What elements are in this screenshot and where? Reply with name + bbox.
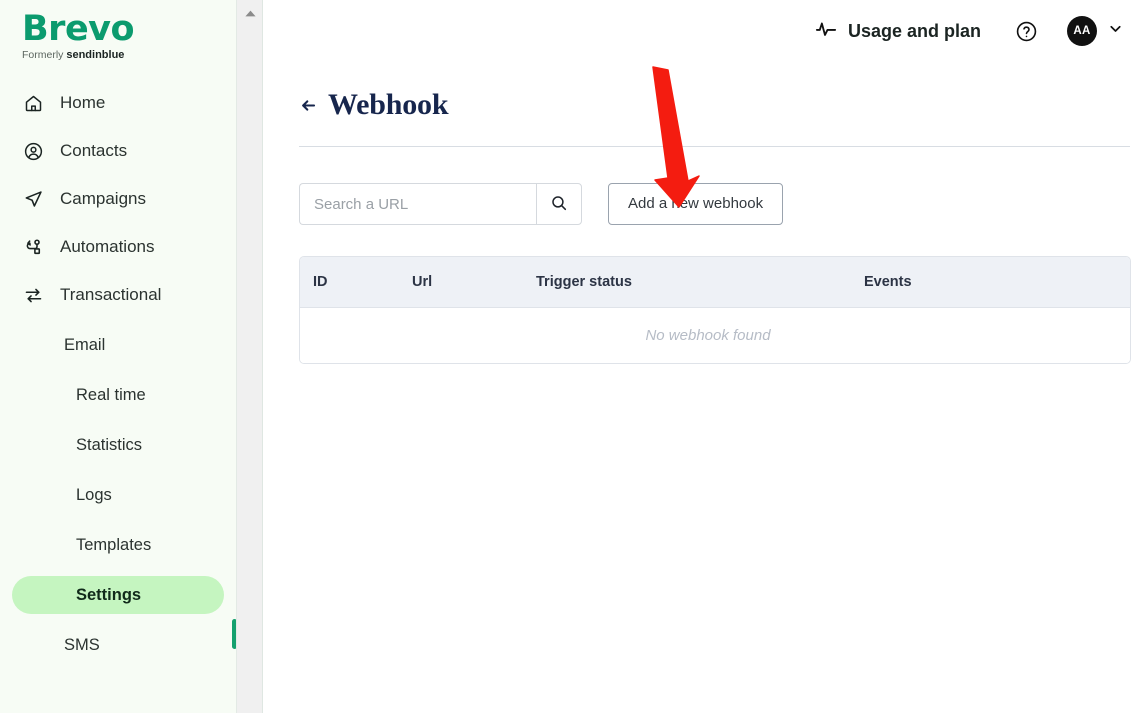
automations-icon	[22, 236, 44, 258]
sidebar-item-templates[interactable]: Templates	[12, 526, 224, 564]
sidebar-item-automations[interactable]: Automations	[12, 228, 224, 266]
sidebar-item-label: Campaigns	[60, 189, 146, 208]
campaigns-icon	[22, 188, 44, 210]
sidebar-item-settings[interactable]: Settings	[12, 576, 224, 614]
sidebar-item-label: Contacts	[60, 141, 128, 160]
sidebar-scrollbar[interactable]	[236, 0, 263, 713]
activity-pulse-icon	[815, 18, 837, 45]
page-title: Webhook	[328, 88, 449, 121]
sidebar-item-statistics[interactable]: Statistics	[12, 426, 224, 464]
avatar: AA	[1067, 16, 1097, 46]
sidebar-item-label: Settings	[76, 586, 142, 604]
top-header-bar: Usage and plan AA	[263, 0, 1142, 62]
sidebar-item-real-time[interactable]: Real time	[12, 376, 224, 414]
scroll-up-arrow-icon[interactable]	[237, 5, 264, 21]
sidebar-item-transactional[interactable]: Transactional	[12, 276, 224, 314]
header-divider	[299, 146, 1130, 147]
page-content: Webhook Add a new webhook	[263, 62, 1142, 364]
table-header-row: ID Url Trigger status Events	[300, 257, 1130, 308]
sidebar-item-label: SMS	[64, 636, 100, 654]
account-menu[interactable]: AA	[1067, 16, 1124, 46]
empty-state-message: No webhook found	[645, 326, 771, 344]
logo-wordmark: Brevo	[22, 9, 135, 49]
sidebar-item-label: Real time	[76, 386, 146, 404]
brevo-logo[interactable]: Brevo Formerly sendinblue	[0, 0, 236, 62]
page-header: Webhook	[299, 62, 1142, 122]
contacts-icon	[22, 140, 44, 162]
sidebar-item-label: Transactional	[60, 285, 162, 304]
logo-tagline-prefix: Formerly	[22, 49, 64, 61]
sidebar-item-home[interactable]: Home	[12, 84, 224, 122]
column-header-trigger-status: Trigger status	[536, 274, 632, 290]
table-empty-state: No webhook found	[300, 308, 1130, 363]
help-circle-icon[interactable]	[1013, 18, 1039, 44]
column-header-url: Url	[412, 274, 433, 290]
webhooks-table: ID Url Trigger status Events No webhook …	[299, 256, 1131, 364]
transactional-icon	[22, 284, 44, 306]
sidebar-item-contacts[interactable]: Contacts	[12, 132, 224, 170]
search-group	[299, 183, 582, 225]
chevron-down-icon[interactable]	[1107, 20, 1124, 42]
main-content: Usage and plan AA Webhook Search a URL A…	[263, 0, 1142, 713]
sidebar-item-label: Logs	[76, 486, 112, 504]
column-header-events: Events	[864, 274, 912, 290]
add-new-webhook-button[interactable]: Add a new webhook	[608, 183, 784, 225]
search-button[interactable]	[536, 183, 582, 225]
search-icon	[550, 194, 568, 215]
arrow-left-icon[interactable]	[299, 96, 318, 115]
usage-and-plan-button[interactable]: Usage and plan	[815, 18, 981, 45]
logo-tagline-brand: sendinblue	[66, 49, 125, 61]
sidebar-item-logs[interactable]: Logs	[12, 476, 224, 514]
sidebar-item-label: Templates	[76, 536, 152, 554]
sidebar-item-label: Automations	[60, 237, 155, 256]
sidebar-nav: Home Contacts Campaigns Automations Tran…	[0, 84, 236, 664]
search-input[interactable]	[299, 183, 536, 225]
sidebar-item-campaigns[interactable]: Campaigns	[12, 180, 224, 218]
logo-tagline: Formerly sendinblue	[22, 49, 236, 62]
sidebar-item-email[interactable]: Email	[12, 326, 224, 364]
column-header-id: ID	[313, 274, 328, 290]
toolbar: Add a new webhook	[299, 183, 1142, 225]
home-icon	[22, 92, 44, 114]
sidebar-item-sms[interactable]: SMS	[12, 626, 224, 664]
sidebar-item-label: Email	[64, 336, 106, 354]
sidebar-item-label: Statistics	[76, 436, 143, 454]
usage-and-plan-label: Usage and plan	[847, 20, 981, 41]
sidebar: Brevo Formerly sendinblue Home Contacts …	[0, 0, 236, 713]
sidebar-item-label: Home	[60, 93, 106, 112]
app-root: Brevo Formerly sendinblue Home Contacts …	[0, 0, 1142, 713]
